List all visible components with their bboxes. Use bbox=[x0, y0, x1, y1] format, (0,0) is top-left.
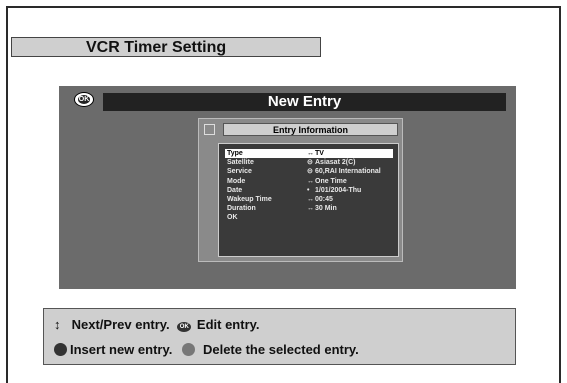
adjust-icon: ↔ bbox=[307, 196, 314, 203]
help-panel: ↕ Next/Prev entry. OK Edit entry. Insert… bbox=[43, 308, 516, 365]
adjust-icon: ⊝ bbox=[307, 168, 313, 176]
dialog-title: Entry Information bbox=[223, 123, 398, 136]
adjust-icon: ↔ bbox=[307, 177, 314, 185]
entry-row-value: Asiasat 2(C) bbox=[315, 159, 356, 167]
adjust-icon: • bbox=[307, 186, 310, 194]
dark-button-icon bbox=[54, 343, 67, 356]
help-line-navigation: ↕ Next/Prev entry. OK Edit entry. bbox=[54, 317, 260, 332]
tv-screen: OK New Entry Entry Information Type ↔ TV Sa… bbox=[59, 86, 516, 289]
help-insert-text: Insert new entry. bbox=[70, 342, 173, 357]
entry-row-value: 30 Min bbox=[315, 205, 337, 213]
adjust-icon: ↔ bbox=[307, 150, 314, 157]
entry-row-label: Type bbox=[227, 150, 243, 157]
entry-row-label: Satellite bbox=[227, 159, 254, 167]
entry-information-dialog: Entry Information Type ↔ TV Satellite ⊝ Asias… bbox=[198, 118, 403, 262]
entry-row[interactable]: OK bbox=[225, 213, 393, 222]
help-delete-text: Delete the selected entry. bbox=[202, 342, 359, 357]
entry-row-label: Wakeup Time bbox=[227, 196, 272, 203]
entry-row-label: Mode bbox=[227, 177, 246, 185]
help-line-actions: Insert new entry. Delete the selected en… bbox=[54, 342, 359, 357]
entry-row[interactable]: Service ⊝ 60,RAI International bbox=[225, 167, 393, 176]
entry-row-value: 00:45 bbox=[315, 196, 333, 203]
grey-button-icon bbox=[181, 343, 195, 356]
entry-row-value: One Time bbox=[315, 177, 347, 185]
adjust-icon: ⊝ bbox=[307, 159, 313, 167]
entry-row-label: Duration bbox=[227, 205, 256, 213]
dialog-checkbox-icon bbox=[204, 124, 215, 135]
entry-row-value: 1/01/2004-Thu bbox=[315, 186, 362, 194]
adjust-icon: ↔ bbox=[307, 205, 314, 213]
entry-row-label: Service bbox=[227, 168, 252, 176]
ok-icon: OK bbox=[177, 322, 192, 332]
entry-row[interactable]: Date • 1/01/2004-Thu bbox=[225, 186, 393, 195]
entry-row[interactable]: Duration ↔ 30 Min bbox=[225, 204, 393, 213]
entry-row[interactable]: Mode ↔ One Time bbox=[225, 177, 393, 186]
entry-row-value: 60,RAI International bbox=[315, 168, 381, 176]
screen-title: New Entry bbox=[103, 93, 506, 111]
help-next-prev-text: Next/Prev entry. bbox=[71, 317, 170, 332]
up-down-arrow-icon: ↕ bbox=[54, 317, 61, 332]
entry-row-label: Date bbox=[227, 186, 243, 194]
entry-row[interactable]: Wakeup Time ↔ 00:45 bbox=[225, 195, 393, 204]
entry-row[interactable]: Satellite ⊝ Asiasat 2(C) bbox=[225, 158, 393, 167]
page-title: VCR Timer Setting bbox=[11, 37, 321, 57]
entry-row[interactable]: Type ↔ TV bbox=[225, 149, 393, 158]
entry-row-value: TV bbox=[315, 150, 324, 157]
ok-button-icon: OK bbox=[74, 92, 94, 107]
entry-row-label: OK bbox=[227, 214, 238, 222]
help-edit-text: Edit entry. bbox=[196, 317, 260, 332]
entry-list: Type ↔ TV Satellite ⊝ Asiasat 2(C) Service ⊝ 60,… bbox=[218, 143, 399, 257]
